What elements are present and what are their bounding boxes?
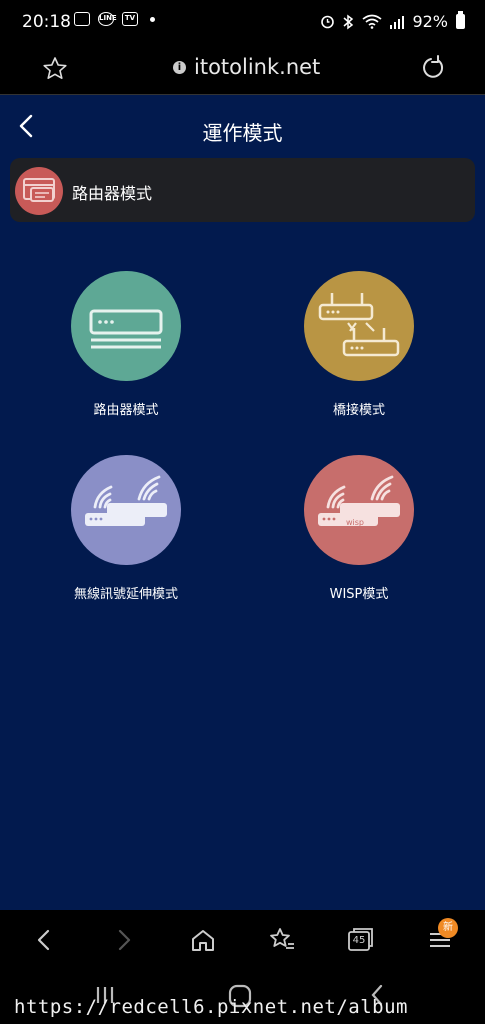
forward-icon[interactable] bbox=[108, 924, 140, 956]
bookmarks-icon[interactable] bbox=[266, 924, 298, 956]
back-icon[interactable] bbox=[28, 924, 60, 956]
router-icon bbox=[89, 309, 163, 349]
reload-icon[interactable] bbox=[417, 53, 447, 83]
site-info-icon[interactable]: i bbox=[173, 61, 186, 74]
page-title: 運作模式 bbox=[202, 121, 283, 145]
bookmark-star-icon[interactable] bbox=[40, 54, 70, 84]
mode-bridge-label[interactable]: 橋接模式 bbox=[259, 399, 459, 418]
status-bar: 20:18 LINE TV 92% bbox=[0, 0, 485, 44]
line-app-icon: LINE bbox=[98, 12, 117, 26]
current-mode-router-icon bbox=[15, 167, 63, 215]
status-left-icons: LINE TV bbox=[74, 12, 155, 26]
mode-repeater-label[interactable]: 無線訊號延伸模式 bbox=[26, 583, 226, 602]
mode-bridge-card[interactable]: 橋接模式 bbox=[259, 271, 459, 441]
wisp-icon-text: wisp bbox=[346, 518, 364, 527]
image-icon bbox=[74, 12, 90, 26]
mode-bridge-circle[interactable] bbox=[304, 271, 414, 381]
new-badge: 新 bbox=[438, 918, 458, 938]
battery-icon bbox=[456, 11, 465, 29]
current-mode-bar: 路由器模式 bbox=[10, 158, 475, 222]
mode-wisp-circle[interactable]: wisp bbox=[304, 455, 414, 565]
wifi-icon bbox=[362, 14, 382, 29]
watermark-text: https://redcell6.pixnet.net/album bbox=[14, 996, 408, 1018]
app-content: 運作模式 路由器模式 路由器模式 橋接模式 無線訊號延伸模式 wisp WISP… bbox=[0, 95, 485, 910]
notification-dot-icon bbox=[150, 16, 155, 22]
mode-router-card[interactable]: 路由器模式 bbox=[26, 271, 226, 441]
battery-percent: 92% bbox=[412, 12, 448, 31]
tabs-button[interactable]: 45 bbox=[345, 924, 377, 956]
mode-repeater-circle[interactable] bbox=[71, 455, 181, 565]
mode-wisp-label[interactable]: WISP模式 bbox=[259, 583, 459, 602]
mode-repeater-card[interactable]: 無線訊號延伸模式 bbox=[26, 455, 226, 625]
current-mode-label: 路由器模式 bbox=[72, 184, 153, 203]
mode-router-circle[interactable] bbox=[71, 271, 181, 381]
home-icon[interactable] bbox=[187, 924, 219, 956]
mode-wisp-card[interactable]: wisp WISP模式 bbox=[259, 455, 459, 625]
alarm-icon bbox=[321, 15, 335, 29]
bridge-icon bbox=[318, 293, 400, 357]
browser-url-bar: i itotolink.net bbox=[0, 44, 485, 95]
status-right-icons: 92% bbox=[320, 11, 465, 31]
url-text[interactable]: itotolink.net bbox=[194, 55, 320, 79]
tv-app-icon: TV bbox=[122, 12, 138, 26]
repeater-icon bbox=[85, 475, 167, 526]
bluetooth-icon bbox=[343, 14, 354, 29]
status-time: 20:18 bbox=[22, 12, 71, 32]
tabs-count: 45 bbox=[352, 935, 366, 946]
mode-router-label[interactable]: 路由器模式 bbox=[26, 399, 226, 418]
signal-icon bbox=[390, 15, 405, 29]
browser-bottom-nav: 45 bbox=[0, 910, 485, 970]
wisp-icon: wisp bbox=[318, 475, 400, 527]
